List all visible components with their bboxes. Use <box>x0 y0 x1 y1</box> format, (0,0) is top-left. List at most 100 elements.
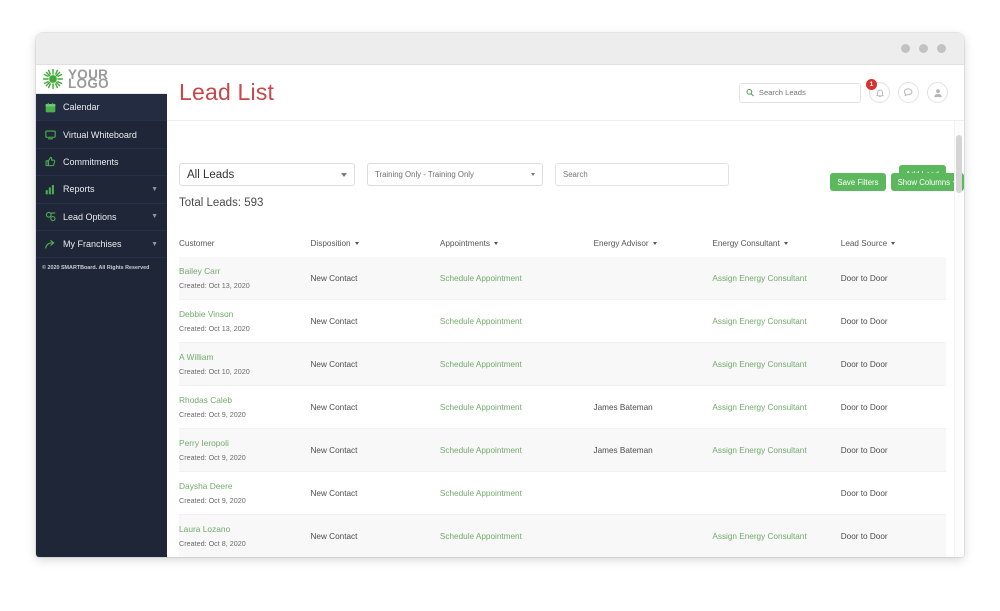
cell-energy-consultant: Assign Energy Consultant <box>712 257 841 300</box>
sidebar-item-commitments[interactable]: Commitments <box>36 149 167 177</box>
table-action-buttons: Save Filters Show Columns <box>830 173 964 191</box>
cell-energy-advisor <box>593 299 713 343</box>
customer-created-date: Created: Oct 13, 2020 <box>179 281 250 290</box>
sidebar-item-label: Virtual Whiteboard <box>63 129 137 140</box>
calendar-icon <box>45 102 56 113</box>
notification-badge: 1 <box>866 79 877 90</box>
table-search-input[interactable] <box>555 163 729 186</box>
cell-energy-advisor: James Bateman <box>593 385 713 429</box>
column-header-lead-source[interactable]: Lead Source <box>841 239 946 257</box>
table-row[interactable]: Debbie Vinson Created: Oct 13, 2020 New Co… <box>179 299 946 343</box>
table-row[interactable]: Daysha Deere Created: Oct 9, 2020 New Cont… <box>179 471 946 515</box>
customer-name-link[interactable]: Daysha Deere <box>179 481 311 491</box>
customer-name-link[interactable]: Bailey Carr <box>179 266 311 276</box>
logo[interactable]: YOUR LOGO <box>36 65 167 94</box>
cell-energy-consultant: Assign Energy Consultant <box>712 514 841 557</box>
scrollbar-thumb[interactable] <box>956 135 962 193</box>
customer-name-link[interactable]: Perry Ieropoli <box>179 438 311 448</box>
save-filters-button[interactable]: Save Filters <box>830 173 886 191</box>
bell-icon <box>875 88 884 97</box>
window-dot-2[interactable] <box>919 44 928 53</box>
customer-name-link[interactable]: A William <box>179 352 311 362</box>
training-value: Training Only - Training Only <box>375 170 474 179</box>
column-header-appointments[interactable]: Appointments <box>440 239 594 257</box>
cell-energy-consultant: Assign Energy Consultant <box>712 342 841 386</box>
cell-appointments: Schedule Appointment <box>439 471 594 515</box>
content-panel: All Leads Training Only - Training Only … <box>167 121 964 557</box>
sidebar-item-virtual-whiteboard[interactable]: Virtual Whiteboard <box>36 121 167 149</box>
chevron-down-icon <box>783 242 788 245</box>
table-body: Bailey Carr Created: Oct 13, 2020 New Cont… <box>179 257 946 557</box>
cell-energy-advisor <box>593 342 713 386</box>
schedule-appointment-link[interactable]: Schedule Appointment <box>440 317 522 326</box>
sidebar-item-lead-options[interactable]: Lead Options ▼ <box>36 204 167 231</box>
logo-text: YOUR LOGO <box>68 68 109 91</box>
assign-energy-consultant-link[interactable]: Assign Energy Consultant <box>712 446 806 455</box>
schedule-appointment-link[interactable]: Schedule Appointment <box>440 360 522 369</box>
assign-energy-consultant-link[interactable]: Assign Energy Consultant <box>712 274 806 283</box>
training-select[interactable]: Training Only - Training Only <box>367 163 543 186</box>
sidebar-item-label: Commitments <box>63 156 119 167</box>
cell-energy-advisor: James Bateman <box>593 428 713 472</box>
vertical-scrollbar[interactable] <box>954 121 962 557</box>
column-header-energy-advisor[interactable]: Energy Advisor <box>594 239 713 257</box>
search-icon <box>746 89 754 97</box>
table-row[interactable]: Laura Lozano Created: Oct 8, 2020 New Cont… <box>179 514 946 557</box>
assign-energy-consultant-link[interactable]: Assign Energy Consultant <box>712 403 806 412</box>
customer-name-link[interactable]: Debbie Vinson <box>179 309 311 319</box>
sidebar-filler <box>36 278 167 557</box>
bar-chart-icon <box>45 184 56 195</box>
search-leads-input[interactable] <box>758 88 854 97</box>
assign-energy-consultant-link[interactable]: Assign Energy Consultant <box>712 360 806 369</box>
browser-window: YOUR LOGO Calendar Virtual Whiteboard Co… <box>36 33 964 557</box>
sidebar-item-label: Calendar <box>63 102 100 113</box>
schedule-appointment-link[interactable]: Schedule Appointment <box>440 532 522 541</box>
cell-appointments: Schedule Appointment <box>439 428 594 472</box>
column-header-energy-consultant[interactable]: Energy Consultant <box>712 239 840 257</box>
cell-energy-advisor <box>593 257 713 300</box>
cell-disposition: New Contact <box>310 299 440 343</box>
user-profile-button[interactable] <box>927 82 948 103</box>
show-columns-button[interactable]: Show Columns <box>890 173 964 191</box>
sidebar-item-my-franchises[interactable]: My Franchises ▼ <box>36 231 167 259</box>
customer-created-date: Created: Oct 13, 2020 <box>179 324 250 333</box>
column-header-customer[interactable]: Customer <box>179 239 311 257</box>
header-search[interactable] <box>739 82 861 103</box>
cell-customer: A William Created: Oct 10, 2020 <box>179 342 311 386</box>
chevron-down-icon <box>494 242 498 245</box>
sidebar-item-label: Lead Options <box>63 211 117 222</box>
sidebar-item-label: My Franchises <box>63 239 122 250</box>
main-area: Lead List 1 <box>167 65 964 557</box>
column-header-disposition[interactable]: Disposition <box>311 239 440 257</box>
table-row[interactable]: Perry Ieropoli Created: Oct 9, 2020 New Co… <box>179 428 946 472</box>
table-row[interactable]: Rhodas Caleb Created: Oct 9, 2020 New Cont… <box>179 385 946 429</box>
cell-customer: Rhodas Caleb Created: Oct 9, 2020 <box>179 385 311 429</box>
messages-button[interactable] <box>898 82 919 103</box>
assign-energy-consultant-link[interactable]: Assign Energy Consultant <box>712 532 806 541</box>
table-row[interactable]: Bailey Carr Created: Oct 13, 2020 New Cont… <box>179 257 946 300</box>
schedule-appointment-link[interactable]: Schedule Appointment <box>440 446 522 455</box>
chevron-down-icon <box>354 242 359 245</box>
customer-name-link[interactable]: Rhodas Caleb <box>179 395 311 405</box>
schedule-appointment-link[interactable]: Schedule Appointment <box>440 489 522 498</box>
lead-table: Customer Disposition Appointments Energy… <box>179 239 946 557</box>
cell-customer: Debbie Vinson Created: Oct 13, 2020 <box>179 299 311 343</box>
window-dot-1[interactable] <box>901 44 910 53</box>
cell-lead-source: Door to Door <box>840 257 946 300</box>
assign-energy-consultant-link[interactable]: Assign Energy Consultant <box>712 317 806 326</box>
customer-created-date: Created: Oct 9, 2020 <box>179 496 246 505</box>
column-label: Disposition <box>310 239 351 248</box>
sidebar-item-reports[interactable]: Reports ▼ <box>36 176 167 204</box>
sidebar-item-calendar[interactable]: Calendar <box>36 94 167 122</box>
schedule-appointment-link[interactable]: Schedule Appointment <box>440 274 522 283</box>
schedule-appointment-link[interactable]: Schedule Appointment <box>440 403 522 412</box>
total-leads-label: Total Leads: 593 <box>179 197 264 209</box>
cell-energy-advisor <box>593 471 713 515</box>
window-dot-3[interactable] <box>937 44 946 53</box>
lead-scope-select[interactable]: All Leads <box>179 163 355 186</box>
logo-line-2: LOGO <box>68 76 109 91</box>
table-row[interactable]: A William Created: Oct 10, 2020 New Contac… <box>179 342 946 386</box>
chevron-down-icon: ▼ <box>151 213 158 221</box>
notifications-button[interactable]: 1 <box>866 79 890 103</box>
customer-name-link[interactable]: Laura Lozano <box>179 524 311 534</box>
